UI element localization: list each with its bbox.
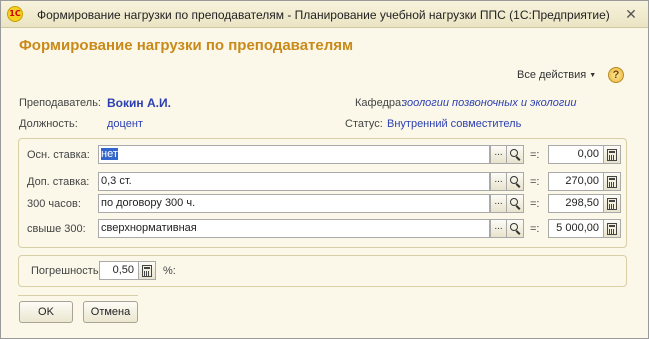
position-value[interactable]: доцент <box>107 118 143 130</box>
hours-300-search-icon[interactable] <box>507 194 524 213</box>
over-300-amount[interactable]: 5 000,00 <box>548 219 604 238</box>
main-rate-label: Осн. ставка: <box>27 149 90 161</box>
over-300-eq: =: <box>530 223 540 235</box>
over-300-field[interactable]: сверхнормативная <box>98 219 490 238</box>
hours-300-field[interactable]: по договору 300 ч. <box>98 194 490 213</box>
app-logo-icon: 1С <box>7 6 23 22</box>
title-bar[interactable]: 1С Формирование нагрузки по преподавател… <box>1 1 648 28</box>
extra-rate-field[interactable]: 0,3 ст. <box>98 172 490 191</box>
calculator-icon[interactable] <box>604 172 621 191</box>
over-300-search-icon[interactable] <box>507 219 524 238</box>
error-label: Погрешность: <box>31 265 102 277</box>
main-rate-value: нет <box>101 148 118 160</box>
calculator-icon[interactable] <box>604 194 621 213</box>
help-icon[interactable]: ? <box>608 67 624 83</box>
form-heading: Формирование нагрузки по преподавателям <box>19 37 354 54</box>
main-rate-search-icon[interactable] <box>507 145 524 164</box>
window-title: Формирование нагрузки по преподавателям … <box>37 8 610 22</box>
divider <box>18 295 138 296</box>
ok-button[interactable]: OK <box>19 301 73 323</box>
department-value[interactable]: зоологии позвоночных и экологии <box>402 97 577 109</box>
status-value[interactable]: Внутренний совместитель <box>387 118 521 130</box>
error-unit: %: <box>163 265 176 277</box>
teacher-value[interactable]: Вокин А.И. <box>107 96 171 110</box>
all-actions-label: Все действия <box>517 69 587 81</box>
close-icon[interactable]: ✕ <box>622 5 640 23</box>
extra-rate-amount[interactable]: 270,00 <box>548 172 604 191</box>
main-rate-eq: =: <box>530 149 540 161</box>
calculator-icon[interactable] <box>139 261 156 280</box>
extra-rate-select-button[interactable]: ... <box>490 172 507 191</box>
department-label: Кафедра: <box>355 97 405 109</box>
status-label: Статус: <box>345 118 383 130</box>
hours-300-label: 300 часов: <box>27 198 81 210</box>
teacher-label: Преподаватель: <box>19 97 101 109</box>
all-actions-menu[interactable]: Все действия ▼ <box>517 69 596 81</box>
main-rate-amount[interactable]: 0,00 <box>548 145 604 164</box>
calculator-icon[interactable] <box>604 219 621 238</box>
dialog-window: 1С Формирование нагрузки по преподавател… <box>0 0 649 339</box>
extra-rate-search-icon[interactable] <box>507 172 524 191</box>
calculator-icon[interactable] <box>604 145 621 164</box>
error-field[interactable]: 0,50 <box>99 261 139 280</box>
over-300-label: свыше 300: <box>27 223 86 235</box>
hours-300-eq: =: <box>530 198 540 210</box>
position-label: Должность: <box>19 118 78 130</box>
chevron-down-icon: ▼ <box>589 72 597 79</box>
hours-300-amount[interactable]: 298,50 <box>548 194 604 213</box>
main-rate-select-button[interactable]: ... <box>490 145 507 164</box>
cancel-button[interactable]: Отмена <box>83 301 138 323</box>
extra-rate-eq: =: <box>530 176 540 188</box>
extra-rate-label: Доп. ставка: <box>27 176 90 188</box>
over-300-select-button[interactable]: ... <box>490 219 507 238</box>
hours-300-select-button[interactable]: ... <box>490 194 507 213</box>
main-rate-field[interactable]: нет <box>98 145 490 164</box>
